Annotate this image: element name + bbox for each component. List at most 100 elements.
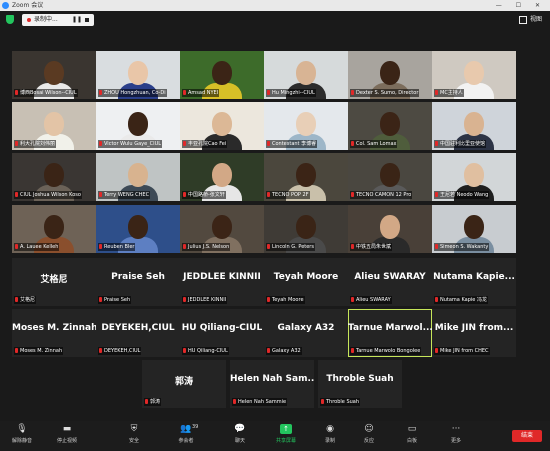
participant-video-tile[interactable]: Col. Sam Lomax [348, 102, 432, 150]
security-button[interactable]: ⛨ 安全 [114, 424, 154, 444]
participant-name-label: Simeon S. Wakanty [434, 243, 490, 251]
participant-video-tile[interactable]: ZHOU Hongzhuan, Co-Di [96, 51, 180, 99]
muted-mic-icon [267, 141, 270, 146]
participant-name-tile[interactable]: 艾格尼 艾格尼 [12, 258, 96, 306]
muted-mic-icon [267, 348, 270, 353]
participant-name-tile[interactable]: Moses M. Zinnah Moses M. Zinnah [12, 309, 96, 357]
muted-mic-icon [183, 141, 186, 146]
stop-video-label: 停止视频 [56, 438, 77, 444]
participant-name: TECNO POP 2F [272, 192, 309, 198]
muted-mic-icon [99, 90, 102, 95]
participant-head [464, 215, 484, 239]
reactions-button[interactable]: ☺ 反应 [349, 424, 389, 444]
participant-video-tile[interactable]: Terry WENG CHEC [96, 153, 180, 201]
muted-mic-icon [15, 90, 18, 95]
share-screen-button[interactable]: ↑ 共享屏幕 [266, 424, 306, 444]
muted-mic-icon [435, 244, 438, 249]
participant-name: Col. Sam Lomax [356, 141, 397, 147]
participant-name: 丰亚孔院Cao Fei [188, 141, 227, 147]
participant-name: Teyah Moore [272, 297, 304, 303]
muted-mic-icon [435, 141, 438, 146]
stop-video-button[interactable]: ▬ 停止视频 [47, 424, 87, 444]
participant-video-tile[interactable]: TECNO POP 2F [264, 153, 348, 201]
window-titlebar: Zoom 会议 — ☐ ✕ [0, 0, 550, 11]
participant-name-tile[interactable]: Mike JIN from... Mike JIN from CHEC [432, 309, 516, 357]
whiteboard-label: 白板 [406, 438, 417, 444]
participant-video-tile[interactable]: 中国路桥-张文轩 [180, 153, 264, 201]
participant-video-tile[interactable]: 博西Bosai Wilson--CIUL [12, 51, 96, 99]
participant-name-label: Terry WENG CHEC [98, 191, 151, 199]
participant-video-tile[interactable]: MC主持人 [432, 51, 516, 99]
participant-video-tile[interactable]: TECNO CAMON 12 Pro [348, 153, 432, 201]
participant-name: Nutama Kapie 冯龙 [440, 297, 487, 303]
participant-name-label: Julius J.S. Nelson [182, 243, 231, 251]
participant-name-tile[interactable]: JEDDLEE KINNII JEDDLEE KINNII [180, 258, 264, 306]
chat-button[interactable]: 💬 聊天 [220, 424, 260, 444]
participant-name-tile[interactable]: Helen Nah Sam... Helen Nah Sammie [230, 360, 314, 408]
end-meeting-button[interactable]: 结束 [512, 430, 542, 442]
participant-name-label: Lincoln G. Peters [266, 243, 315, 251]
participant-video-tile[interactable]: 丰亚孔院Cao Fei [180, 102, 264, 150]
participant-name-label: Amsad NYEI [182, 89, 220, 97]
record-icon: ◉ [326, 424, 334, 434]
participant-name-tile[interactable]: Alieu SWARAY Alieu SWARAY [348, 258, 432, 306]
participant-video-tile[interactable]: 利大孔院刘伟丽 [12, 102, 96, 150]
participant-head [380, 61, 400, 85]
participant-head [44, 61, 64, 85]
unmute-button[interactable]: 🎙 解除静音 [2, 424, 42, 444]
participants-button[interactable]: 👥 39 参会者 [166, 424, 206, 444]
participant-head [296, 112, 316, 136]
whiteboard-button[interactable]: ▭ 白板 [392, 424, 432, 444]
participant-head [212, 163, 232, 187]
participant-name-tile[interactable]: Throble Suah Throble Suah [318, 360, 402, 408]
share-screen-icon: ↑ [280, 424, 292, 434]
participant-display-name: HU Qiliang-CIUL [181, 323, 263, 333]
participant-name: Reuben Bler [104, 244, 135, 250]
participant-name-tile[interactable]: Galaxy A32 Galaxy A32 [264, 309, 348, 357]
participant-video-tile[interactable]: Amsad NYEI [180, 51, 264, 99]
muted-mic-icon [15, 141, 18, 146]
recording-indicator: 录制中... ❚❚ [22, 14, 94, 26]
participant-video-tile[interactable]: 王尼若 Neodo Wang [432, 153, 516, 201]
participant-video-tile[interactable]: A. Lauee Kelleh [12, 205, 96, 253]
participant-name: Lincoln G. Peters [272, 244, 314, 250]
participant-video-tile[interactable]: CIUL Joshua Wilson Koso [12, 153, 96, 201]
participant-video-tile[interactable]: Julius J.S. Nelson [180, 205, 264, 253]
participant-name-tile[interactable]: Tarnue Marwol... Tarnue Marwolo Bongolee [348, 309, 432, 357]
participant-video-tile[interactable]: Simeon S. Wakanty [432, 205, 516, 253]
participant-name: 艾格尼 [20, 297, 36, 303]
participant-video-tile[interactable]: Contestant 李博睿 [264, 102, 348, 150]
participant-name-tile[interactable]: 郭涛 郭涛 [142, 360, 226, 408]
participant-name: 郭涛 [150, 399, 161, 405]
security-shield-icon[interactable] [6, 15, 14, 24]
participant-name-tile[interactable]: HU Qiliang-CIUL HU Qiliang-CIUL [180, 309, 264, 357]
participant-video-tile[interactable]: Dexter S. Sumo, Director [348, 51, 432, 99]
participant-name-tile[interactable]: Teyah Moore Teyah Moore [264, 258, 348, 306]
participant-head [380, 112, 400, 136]
participant-video-tile[interactable]: Hu Mingzhi--CIUL [264, 51, 348, 99]
participant-video-tile[interactable]: Reuben Bler [96, 205, 180, 253]
participant-name-label: ZHOU Hongzhuan, Co-Di [98, 89, 167, 97]
participant-video-tile[interactable]: 中国驻利比里亚使馆 [432, 102, 516, 150]
microphone-muted-icon: 🎙 [16, 424, 28, 434]
record-button[interactable]: ◉ 录制 [310, 424, 350, 444]
participant-name-label: Dexter S. Sumo, Director [350, 89, 420, 97]
participant-display-name: JEDDLEE KINNII [183, 272, 261, 282]
participant-name-tile[interactable]: DEYEKEH,CIUL DEYEKEH,CIUL [96, 309, 180, 357]
participants-icon: 👥 [180, 424, 192, 434]
participant-head [212, 61, 232, 85]
stop-recording-button[interactable] [85, 18, 89, 22]
participant-video-tile[interactable]: Lincoln G. Peters [264, 205, 348, 253]
window-controls[interactable]: — ☐ ✕ [496, 0, 546, 11]
participant-name-tile[interactable]: Praise Seh Praise Seh [96, 258, 180, 306]
more-button[interactable]: ··· 更多 [436, 424, 476, 444]
view-button[interactable]: 视图 [518, 14, 542, 26]
pause-recording-button[interactable]: ❚❚ [72, 14, 82, 26]
more-label: 更多 [450, 438, 461, 444]
participant-name-label: Hu Mingzhi--CIUL [266, 89, 316, 97]
participant-video-tile[interactable]: 中铁五局朱世斌 [348, 205, 432, 253]
whiteboard-icon: ▭ [407, 424, 417, 434]
participant-video-tile[interactable]: Victor Wulu Gaye_CIUL [96, 102, 180, 150]
participant-name-label: Nutama Kapie 冯龙 [434, 296, 488, 304]
participant-name-tile[interactable]: Nutama Kapie... Nutama Kapie 冯龙 [432, 258, 516, 306]
